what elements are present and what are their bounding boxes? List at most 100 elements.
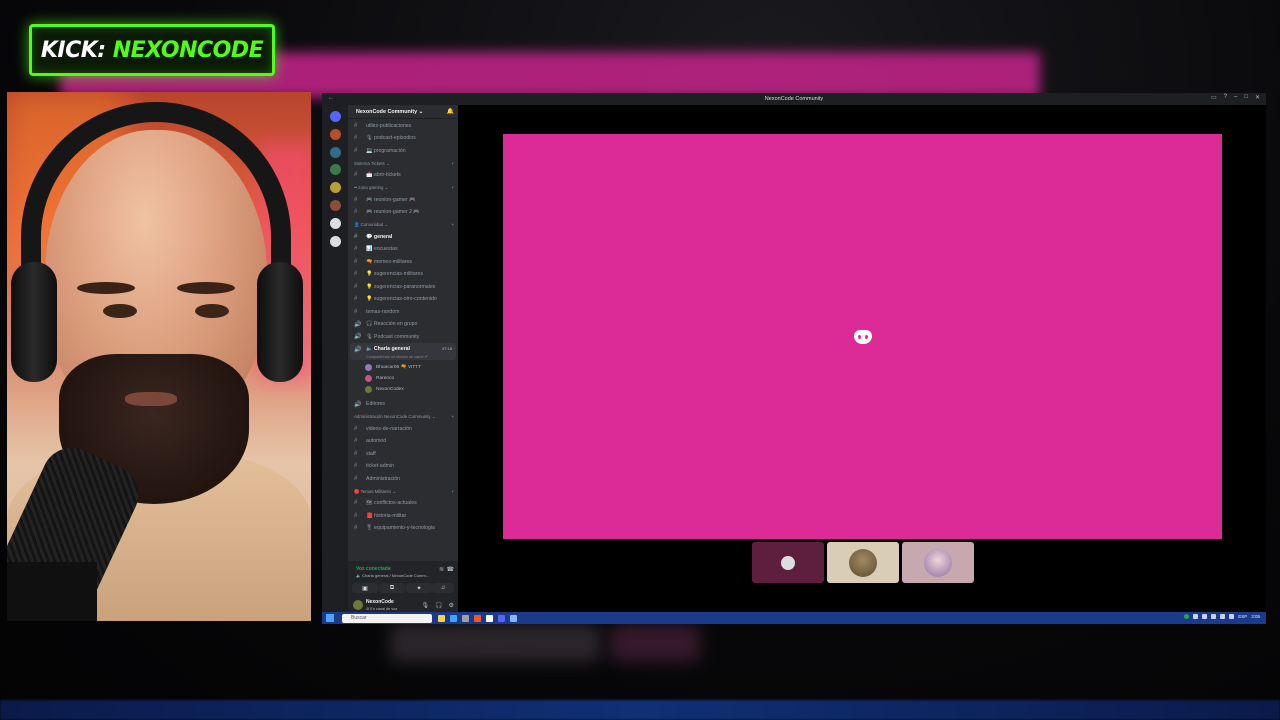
- file-explorer-icon[interactable]: [438, 614, 445, 622]
- user-name[interactable]: NexonCode: [366, 599, 394, 605]
- taskbar-app-icon[interactable]: [486, 614, 493, 622]
- background-blur-blob: [390, 624, 600, 662]
- hashtag-icon: #: [354, 246, 358, 252]
- tray-status-icon[interactable]: [1184, 614, 1190, 619]
- avatar[interactable]: [353, 600, 363, 610]
- camera-icon[interactable]: ▣: [352, 583, 378, 593]
- participant-tile-call[interactable]: [752, 542, 824, 583]
- channel-item[interactable]: # ticket-admin: [354, 461, 454, 472]
- add-channel-icon[interactable]: +: [451, 489, 454, 495]
- channel-item[interactable]: 🔊 Editores: [354, 399, 454, 410]
- discord-taskbar-icon[interactable]: [498, 614, 505, 622]
- inbox-icon[interactable]: ▭: [1211, 94, 1217, 101]
- minimize-icon[interactable]: –: [1234, 94, 1237, 101]
- channel-item[interactable]: # 🎮 reunion-gamer 🎮: [354, 194, 454, 205]
- channel-item[interactable]: # 🔫 memes-militares: [354, 256, 454, 267]
- channel-item[interactable]: 🔊 🎧 Reacción en grupo: [354, 319, 454, 330]
- taskbar-search-input[interactable]: Buscar: [342, 613, 432, 623]
- add-channel-icon[interactable]: +: [451, 161, 454, 167]
- server-icon[interactable]: [330, 182, 341, 193]
- server-icon[interactable]: [330, 164, 341, 175]
- notification-bell-icon[interactable]: 🔔: [447, 108, 454, 115]
- category-header[interactable]: Administración NexonCode Community ⌄ +: [354, 414, 454, 420]
- channel-item[interactable]: # automod: [354, 436, 454, 447]
- window-title: NexonCode Community: [764, 96, 824, 102]
- tray-icon[interactable]: [1193, 614, 1199, 619]
- channel-item[interactable]: # 💡 sugerencias-militares: [354, 269, 454, 280]
- tray-clock[interactable]: 3:05: [1251, 614, 1260, 619]
- channel-item[interactable]: # videos-de-narración: [354, 423, 454, 434]
- category-header[interactable]: 🔴 Temas Militares ⌄ +: [354, 489, 454, 495]
- settings-gear-icon[interactable]: ⚙: [449, 602, 454, 609]
- voice-connected-status[interactable]: Voz conectada: [356, 566, 391, 572]
- add-channel-icon[interactable]: +: [451, 185, 454, 191]
- participant-tile-soldier[interactable]: [827, 542, 899, 583]
- channel-item[interactable]: # utiles-publicaciones: [354, 120, 454, 131]
- server-icon[interactable]: [330, 129, 341, 140]
- volume-icon[interactable]: [1229, 614, 1235, 619]
- channel-item[interactable]: # 💬 general: [354, 231, 454, 242]
- maximize-icon[interactable]: □: [1244, 94, 1248, 101]
- back-arrow-icon[interactable]: ←: [328, 95, 334, 101]
- channel-item[interactable]: # 📕 historia-militar: [354, 510, 454, 521]
- noise-suppression-icon[interactable]: ≋: [439, 566, 444, 573]
- channel-item[interactable]: # 💻 programación: [354, 145, 454, 156]
- hashtag-icon: #: [354, 147, 358, 154]
- channel-item[interactable]: # 🎮 reunion-gamer 2 🎮: [354, 207, 454, 218]
- close-icon[interactable]: ✕: [1255, 94, 1260, 101]
- channel-item[interactable]: # 📊 encuestas: [354, 244, 454, 255]
- discord-home-icon[interactable]: [330, 111, 341, 122]
- tray-icon[interactable]: [1211, 614, 1217, 619]
- channel-item[interactable]: # 🎙 podcast-episodios: [354, 133, 454, 144]
- screen-share-view[interactable]: [503, 134, 1222, 539]
- channel-item[interactable]: # staff: [354, 448, 454, 459]
- voice-user[interactable]: NexonCodex: [365, 385, 404, 395]
- category-header[interactable]: •• zona gaming ⌄ +: [354, 185, 454, 191]
- channel-item[interactable]: 🔊 🎙 Podcast community: [354, 331, 454, 342]
- avatar: [365, 364, 372, 371]
- voice-user-panel: Voz conectada 🔈 Charla general / NexonCod…: [348, 561, 458, 612]
- channel-label: Administración: [366, 475, 401, 482]
- participant-tile-anime[interactable]: [902, 542, 974, 583]
- server-name-header[interactable]: NexonCode Community ⌄: [348, 105, 458, 119]
- microphone-icon[interactable]: 🎙: [422, 602, 430, 609]
- channel-item[interactable]: # 💡 sugerencias-paranormales: [354, 281, 454, 292]
- channel-item[interactable]: # 💡 sugerencias-otro-contenido: [354, 294, 454, 305]
- channel-item[interactable]: # 📩 abrir-tickets: [354, 170, 454, 181]
- voice-user[interactable]: Rarenco: [365, 374, 394, 384]
- add-channel-icon[interactable]: +: [451, 414, 454, 420]
- windows-start-icon[interactable]: [326, 614, 334, 622]
- add-channel-icon[interactable]: +: [451, 222, 454, 228]
- tray-icon[interactable]: [1202, 614, 1208, 619]
- channel-label: 💻 programación: [366, 147, 406, 154]
- help-icon[interactable]: ?: [1224, 94, 1227, 101]
- hashtag-icon: #: [354, 122, 358, 129]
- category-header[interactable]: 👤 Comunidad ⌄ +: [354, 222, 454, 228]
- headset-icon[interactable]: 🎧: [435, 602, 442, 609]
- system-tray: ESP 3:05: [1184, 614, 1260, 619]
- taskbar-app-icon[interactable]: [462, 614, 469, 622]
- taskbar-app-icon[interactable]: [510, 614, 517, 622]
- wifi-icon[interactable]: [1220, 614, 1226, 619]
- channel-item[interactable]: # 🎖 equipamiento-y-tecnologia: [354, 523, 454, 534]
- voice-user-name: Bhuacar06 🔫 VITTT: [376, 365, 422, 370]
- activities-icon[interactable]: ✦: [406, 583, 432, 593]
- voice-user[interactable]: Bhuacar06 🔫 VITTT: [365, 363, 421, 373]
- taskbar-app-icon[interactable]: [474, 614, 481, 622]
- channel-item[interactable]: # Administración: [354, 473, 454, 484]
- browser-icon[interactable]: [450, 614, 457, 622]
- kick-brand: KICK:: [40, 37, 106, 63]
- voice-connected-channel[interactable]: 🔈 Charla general / NexonCode Comm...: [356, 573, 429, 578]
- channel-item[interactable]: # 🗺 conflictos-actuales: [354, 498, 454, 509]
- server-icon[interactable]: [330, 200, 341, 211]
- category-header[interactable]: Sistema Tickets ⌄ +: [354, 161, 454, 167]
- disconnect-icon[interactable]: ☎: [447, 566, 454, 573]
- screen-share-icon[interactable]: ⧉: [379, 583, 405, 593]
- server-icon[interactable]: [330, 147, 341, 158]
- soundboard-icon[interactable]: ♫: [432, 583, 454, 593]
- tray-language[interactable]: ESP: [1238, 614, 1247, 619]
- hashtag-icon: #: [354, 258, 358, 265]
- channel-item[interactable]: # temas-random: [354, 306, 454, 317]
- add-server-icon[interactable]: [330, 218, 341, 229]
- explore-icon[interactable]: [330, 236, 341, 247]
